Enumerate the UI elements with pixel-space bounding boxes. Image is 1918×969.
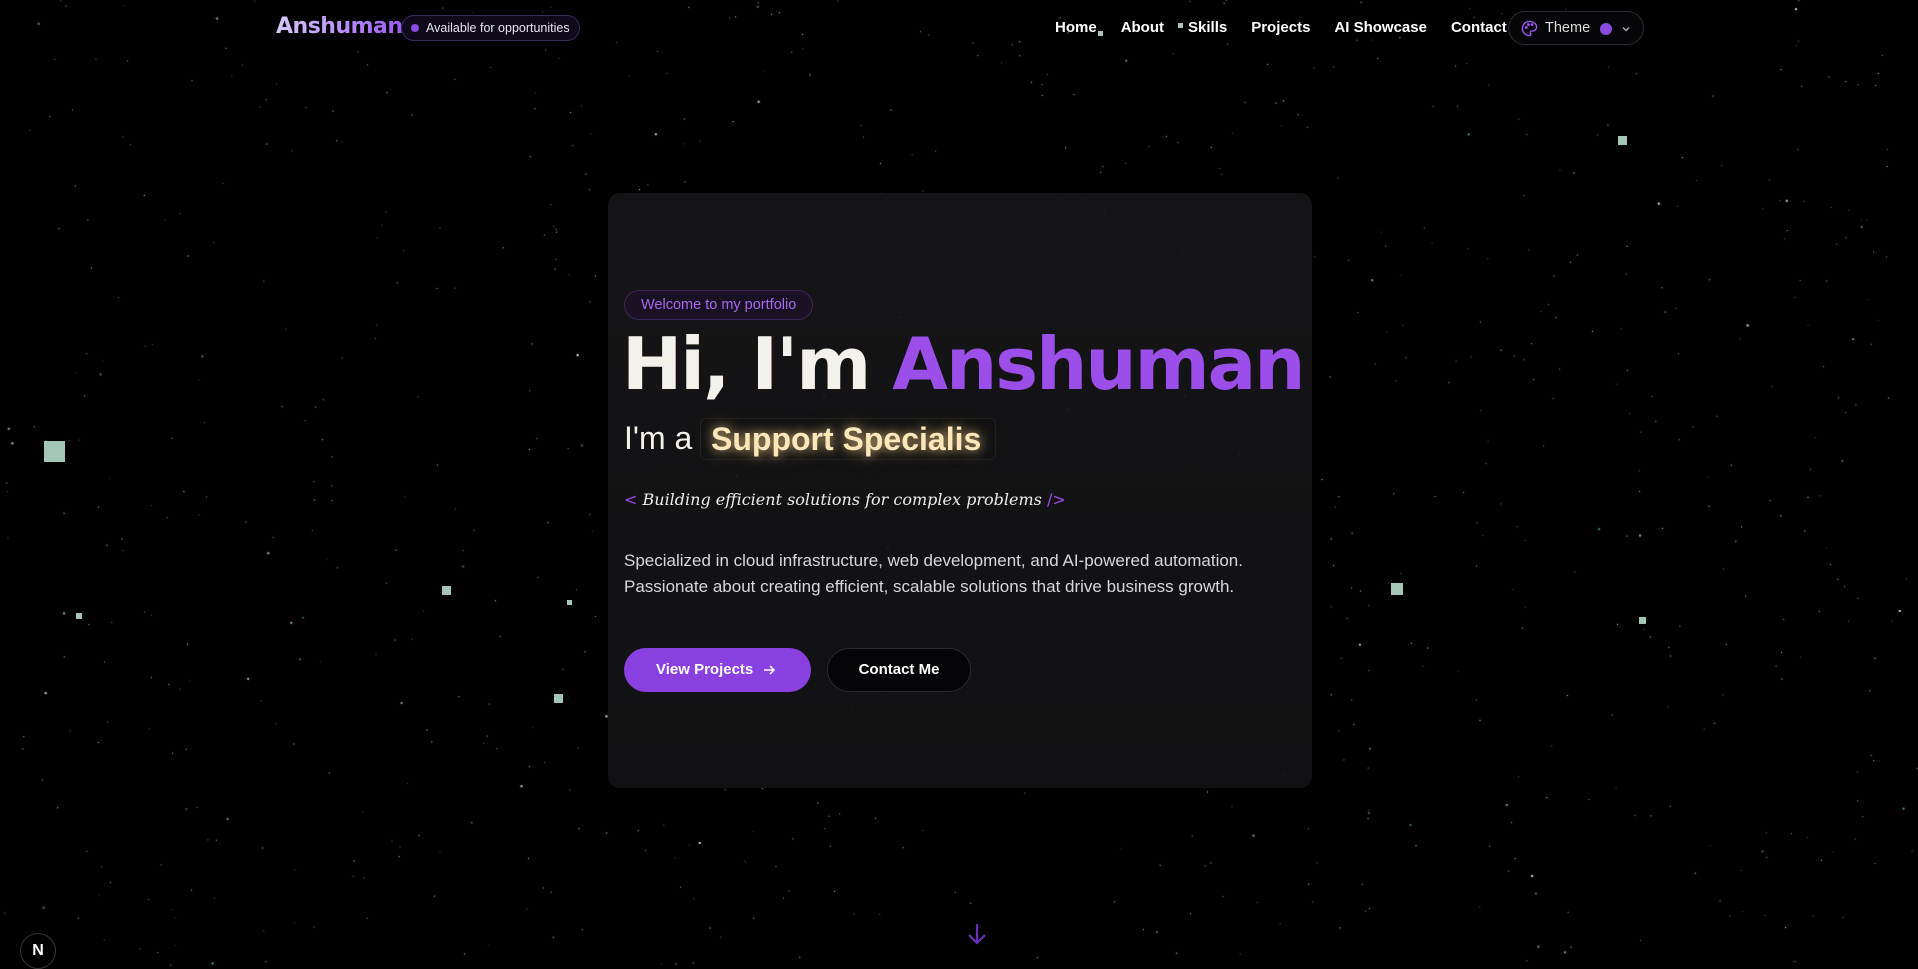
hero-headline: Hi, I'm Anshuman	[622, 322, 1306, 406]
nav-link-ai-showcase[interactable]: AI Showcase	[1334, 19, 1427, 36]
floating-square	[442, 586, 451, 595]
floating-square	[1618, 136, 1627, 145]
nav-link-about[interactable]: About	[1121, 19, 1164, 36]
tagline-open-bracket: <	[624, 490, 638, 509]
arrow-down-icon[interactable]	[966, 922, 988, 946]
greeting-text: Hi, I'm	[622, 322, 893, 406]
theme-label: Theme	[1545, 20, 1591, 36]
hero-description: Specialized in cloud infrastructure, web…	[624, 551, 1243, 596]
floating-square	[76, 613, 82, 619]
nav-link-contact[interactable]: Contact	[1451, 19, 1507, 36]
view-projects-label: View Projects	[656, 661, 754, 678]
n-badge[interactable]: N	[20, 933, 56, 969]
nav-link-home[interactable]: Home	[1055, 19, 1097, 36]
hero-tagline: < Building efficient solutions for compl…	[624, 490, 1066, 509]
site-logo[interactable]: Anshuman	[276, 14, 403, 39]
nav-links: Home About Skills Projects AI Showcase C…	[1055, 19, 1507, 36]
arrow-right-icon	[764, 665, 776, 675]
welcome-badge: Welcome to my portfolio	[624, 290, 814, 320]
theme-picker-button[interactable]: Theme	[1508, 11, 1644, 45]
nav-link-skills[interactable]: Skills	[1188, 19, 1227, 36]
view-projects-button[interactable]: View Projects	[624, 648, 811, 692]
tagline-text: Building efficient solutions for complex…	[642, 490, 1042, 509]
palette-icon	[1521, 20, 1538, 37]
availability-badge: Available for opportunities	[401, 15, 580, 41]
floating-square	[1391, 583, 1403, 595]
floating-square	[44, 441, 65, 462]
status-dot-icon	[411, 24, 419, 32]
hero-name: Anshuman	[892, 322, 1305, 406]
role-typewriter: Support Specialis	[700, 418, 997, 460]
chevron-down-icon	[1622, 26, 1630, 32]
floating-square	[567, 600, 572, 605]
theme-color-swatch	[1600, 23, 1612, 35]
availability-label: Available for opportunities	[426, 21, 570, 35]
floating-square	[1639, 617, 1646, 624]
role-prefix: I'm a	[624, 420, 693, 456]
floating-square	[554, 694, 563, 703]
top-navbar: Anshuman Available for opportunities Hom…	[0, 0, 1918, 58]
nav-link-projects[interactable]: Projects	[1251, 19, 1310, 36]
tagline-close-bracket: />	[1046, 490, 1066, 509]
contact-me-button[interactable]: Contact Me	[827, 648, 971, 692]
